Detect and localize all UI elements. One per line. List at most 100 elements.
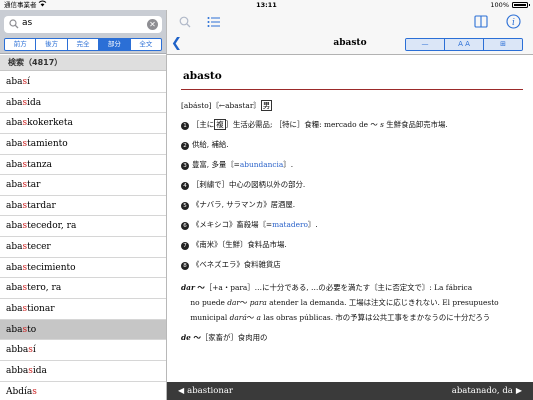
- toolbar: i: [167, 10, 533, 34]
- status-bar: 通信事業者 13:11 100%: [0, 0, 533, 10]
- result-row[interactable]: abasí: [0, 72, 166, 93]
- result-text-post: í: [27, 77, 31, 87]
- result-row[interactable]: abastanza: [0, 155, 166, 176]
- result-text-pre: abba: [6, 365, 29, 376]
- info-icon[interactable]: i: [506, 14, 521, 29]
- results-count: 検索（4817）: [0, 55, 166, 71]
- result-text-post: ida: [27, 97, 42, 108]
- result-text-pre: aba: [6, 283, 23, 294]
- svg-text:i: i: [512, 18, 515, 28]
- nav-bar: ❮ abasto — A A ⊞: [167, 34, 533, 55]
- next-entry-link[interactable]: abatanado, da ▶: [452, 382, 525, 400]
- search-sidebar: as ✕ 前方 後方 完全 部分 全文 検索（4817） abasí abasida aba…: [0, 10, 167, 400]
- definition-line: municipal dará〜 a las obras públicas. 市の…: [181, 313, 491, 322]
- definition-line: 7 《南米》〔生鮮〕食料品市場.: [181, 239, 287, 250]
- collapse-button[interactable]: —: [406, 39, 445, 50]
- mode-tab[interactable]: 全文: [130, 39, 161, 50]
- result-text-pre: aba: [6, 304, 23, 315]
- definition-line: 5 《ナバラ, サラマンカ》居酒屋.: [181, 199, 295, 210]
- battery-icon: [512, 2, 530, 8]
- search-value: as: [22, 18, 33, 28]
- definition-line: 3 豊富, 多量〘=abundancia〙.: [181, 159, 293, 170]
- result-text-post: tanza: [27, 159, 53, 170]
- result-text-post: kokerketa: [27, 118, 73, 129]
- result-text-pre: aba: [6, 159, 23, 170]
- result-row[interactable]: abastardar: [0, 196, 166, 217]
- result-text-pre: aba: [6, 262, 23, 273]
- mode-tab[interactable]: 前方: [5, 39, 37, 50]
- definition-line: 1 ［主に複 ］生活必需品; ［特に］食糧: mercado de 〜 s 生鮮食品…: [181, 119, 448, 130]
- entry-pane: i ❮ abasto — A A ⊞ abasto [abásto]〘←abas…: [167, 10, 533, 400]
- next-entry-label: abatanado, da: [451, 386, 513, 396]
- definition-line: 8 《ベネズエラ》食料雑貨店: [181, 259, 281, 270]
- definition-line: no puede dar〜 para atender la demanda. 工…: [181, 298, 499, 307]
- view-controls: — A A ⊞: [405, 38, 523, 51]
- definition-line: 2 供給, 補給.: [181, 139, 229, 150]
- result-text-post: to: [27, 324, 37, 335]
- result-row[interactable]: abastar: [0, 175, 166, 196]
- result-row[interactable]: abastecimiento: [0, 258, 166, 279]
- result-row[interactable]: abastamiento: [0, 134, 166, 155]
- entry-content: abasto [abásto]〘←abastar〙男 1 ［主に複 ］生活必需品; ［…: [167, 56, 533, 382]
- result-text-pre: aba: [6, 324, 23, 335]
- result-text-post: tecimiento: [27, 262, 76, 273]
- result-row[interactable]: abbasida: [0, 361, 166, 382]
- definition-line: [abásto]〘←abastar〙男: [181, 100, 273, 111]
- search-icon[interactable]: [179, 16, 191, 28]
- result-text-post: tecer: [27, 242, 51, 253]
- result-text-post: tecedor, ra: [27, 221, 77, 232]
- font-size-button[interactable]: A A: [445, 39, 484, 50]
- list-icon[interactable]: [207, 16, 220, 28]
- result-text-pre: abba: [6, 345, 29, 356]
- prev-arrow-icon: ◀: [178, 386, 185, 395]
- result-row[interactable]: Abdías: [0, 382, 166, 400]
- pager-bar: ◀ abastionar abatanado, da ▶: [167, 382, 533, 400]
- results-list: abasí abasida abaskokerketa abastamiento aba…: [0, 72, 166, 400]
- search-icon: [9, 19, 19, 29]
- definition-line: 4 ［刺繍で］中心の図柄以外の部分.: [181, 179, 305, 190]
- result-row[interactable]: abastecer: [0, 237, 166, 258]
- clock: 13:11: [256, 1, 277, 9]
- result-text-post: tamiento: [27, 138, 68, 149]
- result-text-pre: aba: [6, 138, 23, 149]
- result-row[interactable]: abbasí: [0, 340, 166, 361]
- headword-divider: [181, 89, 523, 90]
- result-text-pre: aba: [6, 221, 23, 232]
- search-input[interactable]: as ✕: [4, 16, 162, 33]
- definition-line: 6 《メキシコ》畜殺場〘=matadero〙.: [181, 219, 318, 230]
- mode-tab[interactable]: 部分: [99, 39, 131, 50]
- battery-percent: 100%: [490, 1, 509, 9]
- result-text-pre: aba: [6, 118, 23, 129]
- result-text-hl: s: [32, 386, 37, 397]
- result-text-pre: aba: [6, 77, 23, 87]
- next-arrow-icon: ▶: [515, 386, 522, 395]
- search-area: as ✕ 前方 後方 完全 部分 全文: [0, 10, 166, 54]
- result-text-pre: aba: [6, 200, 23, 211]
- result-row[interactable]: abastero, ra: [0, 278, 166, 300]
- result-text-post: tero, ra: [27, 283, 62, 294]
- result-text-post: tionar: [27, 304, 55, 315]
- result-text-pre: aba: [6, 180, 23, 191]
- result-row[interactable]: abasida: [0, 93, 166, 114]
- definition-line: dar 〜［+a・para］…に十分である, …の必要を満たす〘主に否定文で〙:…: [181, 283, 473, 292]
- result-text-post: tar: [27, 180, 41, 191]
- result-text-post: í: [32, 345, 36, 356]
- book-icon[interactable]: [474, 15, 488, 28]
- mode-tab[interactable]: 完全: [67, 39, 100, 50]
- result-text-pre: aba: [6, 97, 23, 108]
- result-row[interactable]: abastionar: [0, 299, 166, 320]
- result-row[interactable]: abasto: [0, 319, 166, 341]
- clear-icon[interactable]: ✕: [147, 19, 158, 30]
- prev-entry-link[interactable]: ◀ abastionar: [175, 382, 233, 400]
- result-text-post: tardar: [27, 200, 56, 211]
- mode-tab[interactable]: 後方: [36, 39, 68, 50]
- result-text-pre: Abdía: [6, 386, 33, 397]
- grid-button[interactable]: ⊞: [484, 39, 522, 50]
- prev-entry-label: abastionar: [187, 386, 233, 396]
- result-row[interactable]: abaskokerketa: [0, 113, 166, 134]
- result-row[interactable]: abastecedor, ra: [0, 216, 166, 238]
- result-text-post: ida: [32, 365, 47, 376]
- search-mode-control: 前方 後方 完全 部分 全文: [4, 38, 162, 51]
- result-text-pre: aba: [6, 242, 23, 253]
- definition-line: de 〜［家畜が］食肉用の: [181, 333, 268, 342]
